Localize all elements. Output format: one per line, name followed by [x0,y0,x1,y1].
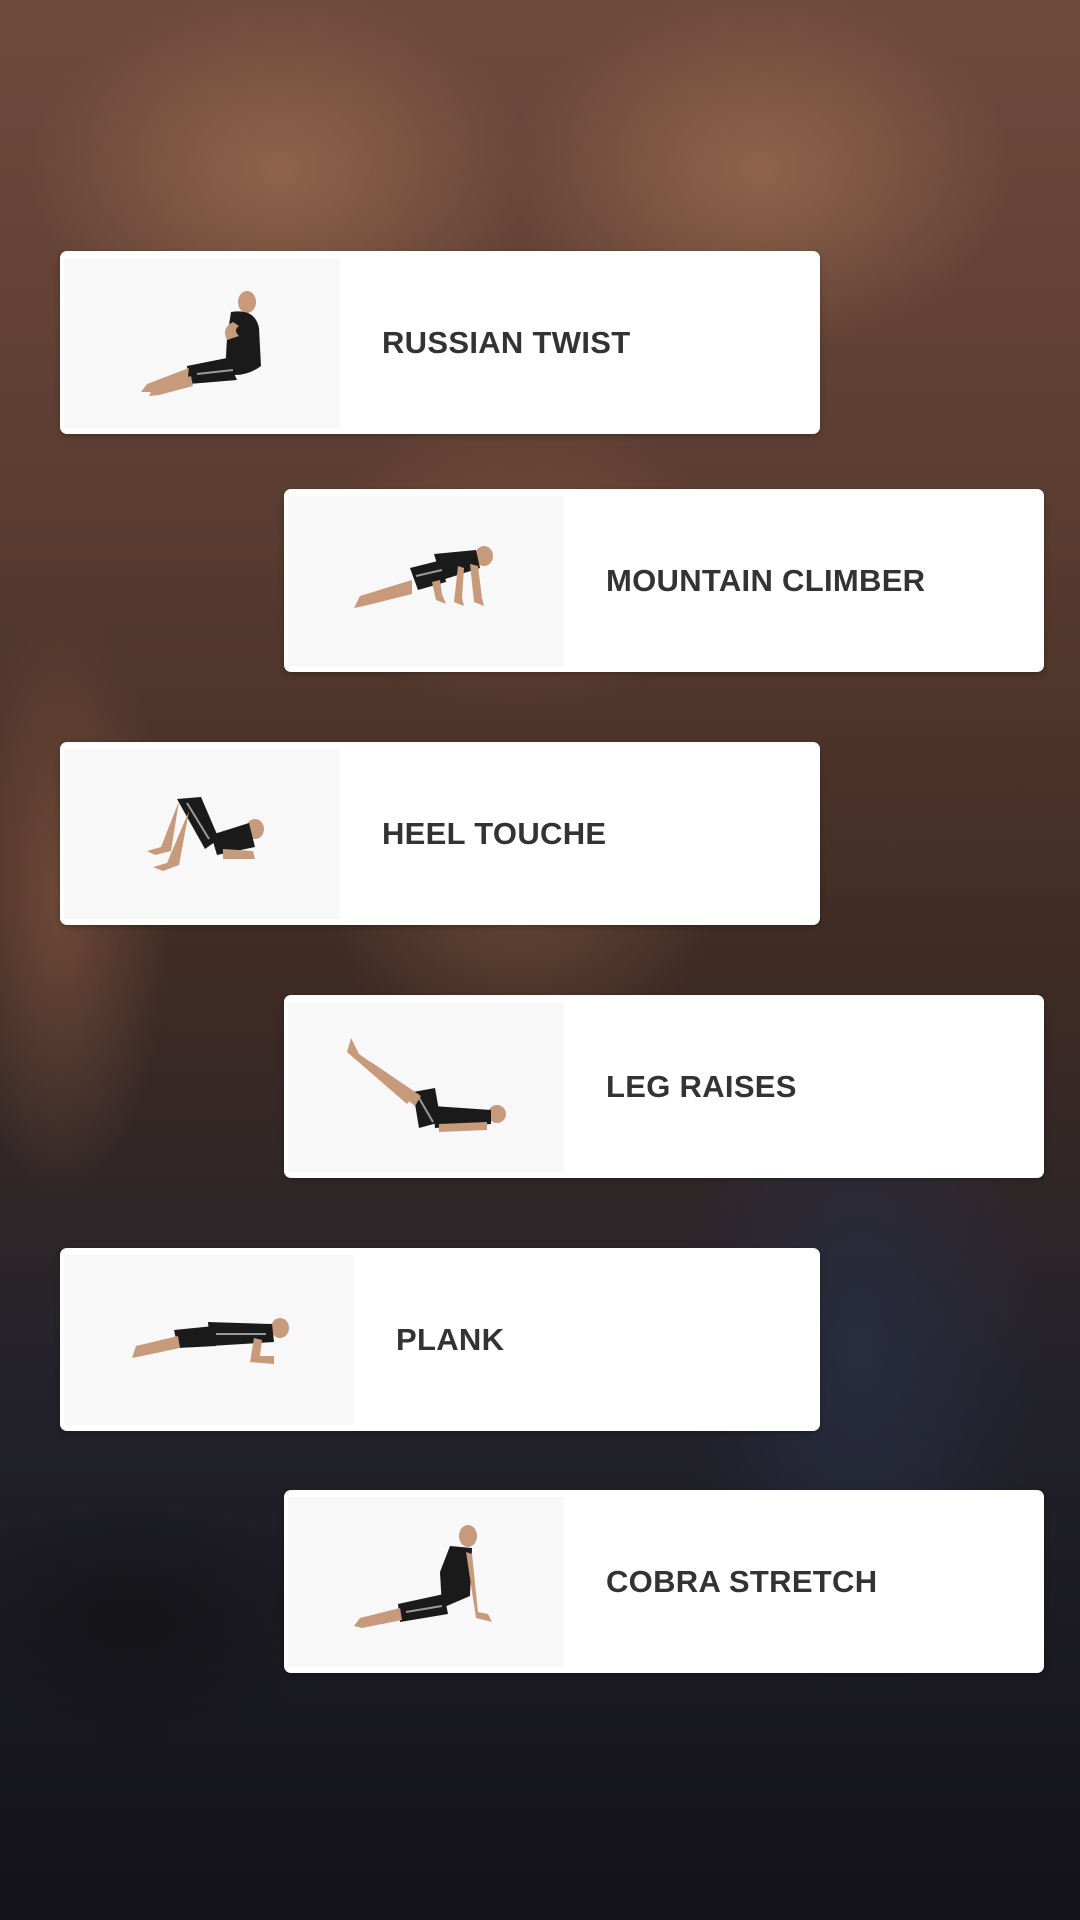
exercise-label: RUSSIAN TWIST [382,324,631,360]
cobra-stretch-pose-icon [288,1496,564,1667]
exercise-label: PLANK [396,1321,505,1357]
exercise-label: LEG RAISES [606,1068,797,1104]
russian-twist-pose-icon [64,257,340,428]
exercise-card-cobra-stretch[interactable]: COBRA STRETCH [284,1490,1044,1673]
exercise-card-mountain-climber[interactable]: MOUNTAIN CLIMBER [284,489,1044,672]
exercise-card-plank[interactable]: PLANK [60,1248,820,1431]
exercise-label: HEEL TOUCHE [382,815,607,851]
exercise-label: COBRA STRETCH [606,1563,878,1599]
exercise-card-leg-raises[interactable]: LEG RAISES [284,995,1044,1178]
exercise-card-russian-twist[interactable]: RUSSIAN TWIST [60,251,820,434]
mountain-climber-pose-icon [288,495,564,666]
exercise-list-screen: RUSSIAN TWIST MOUNTAIN CLIMBER HEEL TOUC… [0,0,1080,1920]
plank-pose-icon [64,1254,354,1425]
exercise-label: MOUNTAIN CLIMBER [606,562,926,598]
exercise-card-heel-touche[interactable]: HEEL TOUCHE [60,742,820,925]
leg-raises-pose-icon [288,1001,564,1172]
heel-touch-pose-icon [64,748,340,919]
